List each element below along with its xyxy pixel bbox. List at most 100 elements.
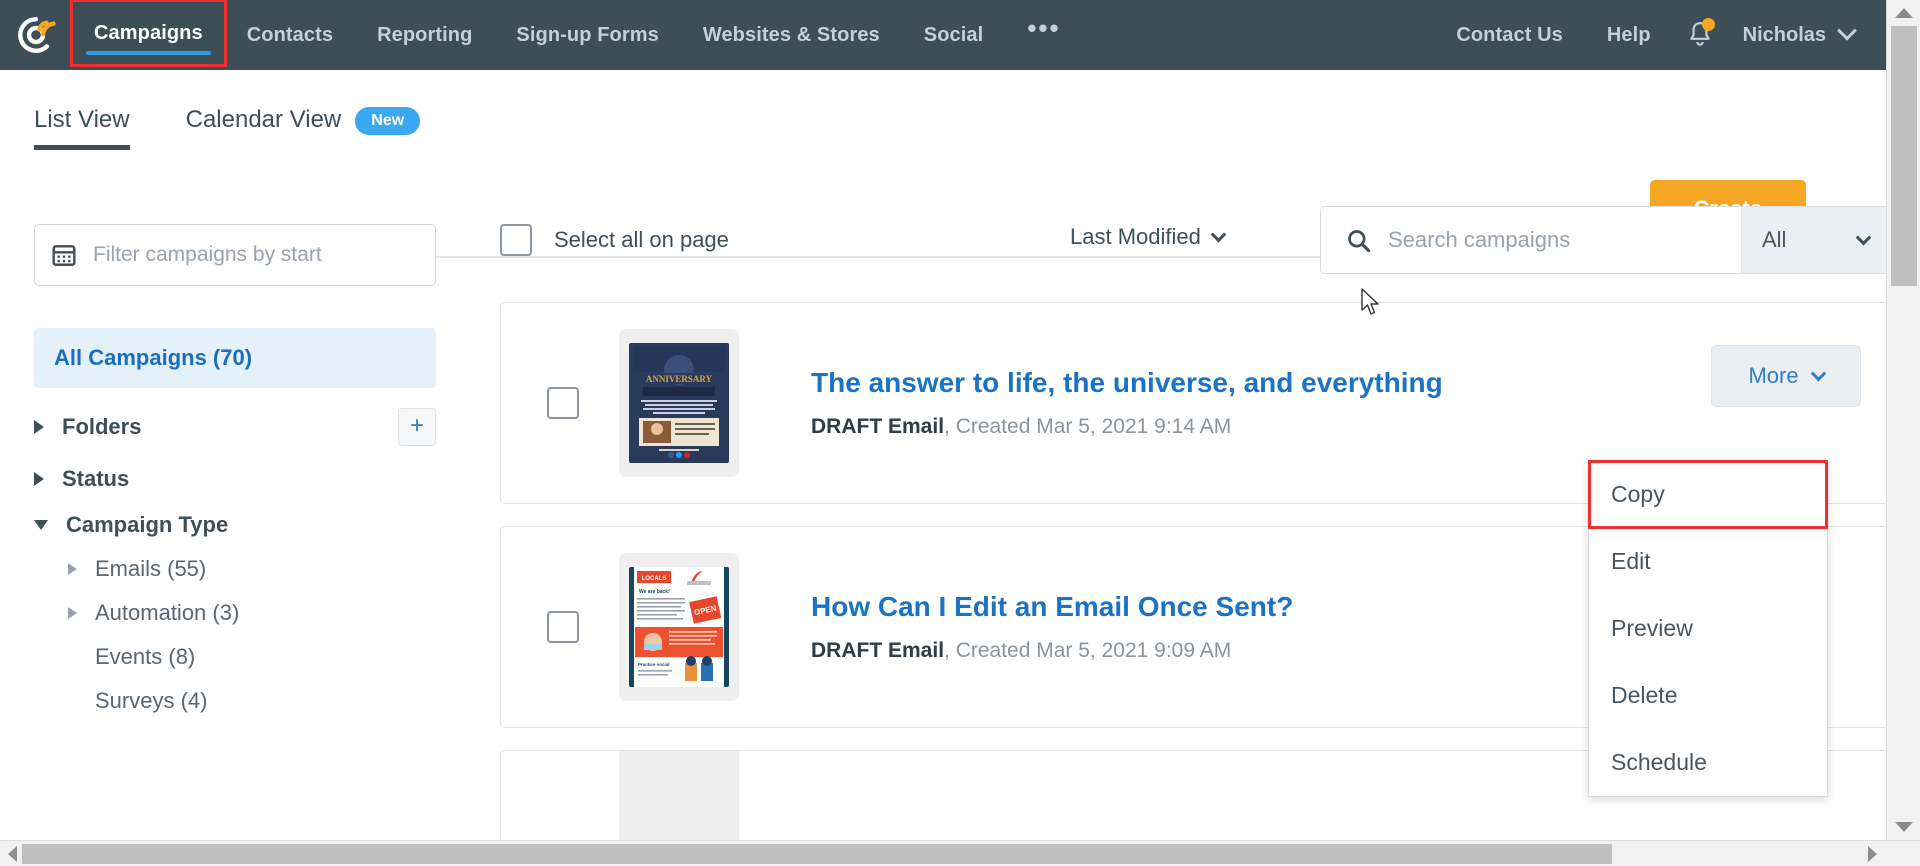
sidebar-item-emails-label: Emails (55) — [95, 556, 207, 581]
campaign-thumbnail-image: LOCALS We are back! OPEN Practice social — [629, 567, 729, 687]
horizontal-scrollbar[interactable] — [0, 840, 1920, 866]
sidebar-group-status-label: Status — [62, 466, 130, 491]
menu-item-copy[interactable]: Copy — [1588, 460, 1828, 529]
tab-calendar-view[interactable]: Calendar View New — [186, 106, 421, 151]
scroll-down-arrow[interactable] — [1887, 814, 1920, 840]
app-logo[interactable] — [0, 0, 72, 70]
tab-list-view[interactable]: List View — [34, 106, 130, 151]
add-folder-button[interactable]: + — [398, 408, 436, 446]
chevron-right-icon — [68, 563, 77, 575]
sidebar-item-automation-label: Automation (3) — [95, 600, 240, 625]
campaign-thumbnail[interactable]: ANNIVERSARY — [619, 329, 739, 477]
svg-text:LOCALS: LOCALS — [642, 576, 667, 582]
chevron-down-icon — [1855, 229, 1872, 245]
campaign-title-link[interactable]: How Can I Edit an Email Once Sent? — [811, 591, 1293, 623]
nav-item-contacts[interactable]: Contacts — [225, 0, 355, 70]
campaign-title-link[interactable]: The answer to life, the universe, and ev… — [811, 367, 1443, 399]
view-tab-bar: List View Calendar ViewNew Create — [0, 70, 1886, 258]
sidebar-item-emails[interactable]: Emails (55) — [34, 538, 436, 582]
nav-active-underline — [86, 51, 211, 55]
campaign-more-dropdown-menu: Copy Edit Preview Delete Schedule — [1588, 460, 1828, 797]
campaign-text: How Can I Edit an Email Once Sent? DRAFT… — [811, 591, 1293, 663]
date-filter-placeholder: Filter campaigns by start — [93, 243, 322, 266]
select-all-label[interactable]: Select all on page — [554, 227, 729, 253]
campaign-type: Email — [888, 415, 945, 438]
campaign-created: , Created Mar 5, 2021 9:14 AM — [944, 415, 1232, 438]
search-scope-value: All — [1762, 227, 1787, 252]
search-scope-select[interactable]: All — [1741, 207, 1889, 273]
sidebar-item-events[interactable]: Events (8) — [34, 626, 436, 670]
sidebar-item-events-label: Events (8) — [95, 644, 196, 669]
horizontal-scrollbar-thumb[interactable] — [22, 844, 1612, 864]
notifications-button[interactable] — [1673, 0, 1727, 70]
calendar-icon — [52, 245, 76, 266]
sidebar-item-surveys[interactable]: Surveys (4) — [34, 670, 436, 714]
svg-text:ANNIVERSARY: ANNIVERSARY — [646, 374, 713, 384]
search-campaigns-box: Search campaigns All — [1320, 206, 1890, 274]
campaign-text: The answer to life, the universe, and ev… — [811, 367, 1443, 439]
sort-dropdown[interactable]: Last Modified — [1070, 224, 1227, 250]
tab-calendar-view-label: Calendar View — [185, 106, 342, 133]
user-account-menu[interactable]: Nicholas — [1727, 0, 1868, 70]
nav-item-signup-forms[interactable]: Sign-up Forms — [494, 0, 680, 70]
menu-item-preview[interactable]: Preview — [1589, 595, 1827, 662]
scroll-up-arrow[interactable] — [1887, 0, 1920, 26]
nav-item-contact-us[interactable]: Contact Us — [1434, 0, 1585, 70]
date-filter-input[interactable]: Filter campaigns by start — [34, 224, 436, 286]
chevron-right-icon — [34, 472, 44, 486]
primary-nav-items: Campaigns Contacts Reporting Sign-up For… — [70, 0, 1083, 70]
campaign-type: Email — [888, 639, 945, 662]
campaign-meta: DRAFT Email, Created Mar 5, 2021 9:14 AM — [811, 415, 1443, 439]
nav-item-websites-stores[interactable]: Websites & Stores — [681, 0, 902, 70]
svg-text:Practice social: Practice social — [638, 662, 670, 667]
view-tabs: List View Calendar View New — [34, 106, 476, 151]
nav-item-reporting[interactable]: Reporting — [355, 0, 494, 70]
scroll-right-arrow[interactable] — [1860, 841, 1884, 866]
sidebar-item-all-campaigns[interactable]: All Campaigns (70) — [34, 328, 436, 388]
list-toolbar: Select all on page Last Modified Search … — [500, 200, 1890, 280]
constant-contact-logo-icon — [18, 17, 56, 53]
svg-text:We are back!: We are back! — [639, 589, 670, 595]
scroll-left-arrow[interactable] — [0, 841, 24, 866]
sidebar-group-folders-label: Folders — [62, 414, 142, 439]
campaign-more-label: More — [1748, 363, 1799, 388]
campaign-select-checkbox[interactable] — [547, 387, 579, 419]
sidebar-group-campaign-type[interactable]: Campaign Type — [34, 492, 436, 538]
campaign-thumbnail[interactable]: LOCALS We are back! OPEN Practice social — [619, 553, 739, 701]
triangle-left-icon — [7, 846, 17, 862]
chevron-right-icon — [68, 607, 77, 619]
campaign-more-button[interactable]: More — [1711, 345, 1861, 407]
campaign-select-checkbox[interactable] — [547, 611, 579, 643]
sidebar-group-folders[interactable]: Folders + — [34, 388, 436, 446]
sidebar-item-automation[interactable]: Automation (3) — [34, 582, 436, 626]
chevron-right-icon — [34, 420, 44, 434]
nav-item-social[interactable]: Social — [902, 0, 1006, 70]
triangle-right-icon — [1867, 846, 1877, 862]
campaign-thumbnail-image: ANNIVERSARY — [629, 343, 729, 463]
campaign-created: , Created Mar 5, 2021 9:09 AM — [944, 639, 1232, 662]
campaign-meta: DRAFT Email, Created Mar 5, 2021 9:09 AM — [811, 639, 1293, 663]
chevron-down-icon — [1210, 226, 1227, 242]
vertical-scrollbar[interactable] — [1886, 0, 1920, 840]
select-all-checkbox[interactable] — [500, 224, 532, 256]
left-sidebar: Filter campaigns by start All Campaigns … — [0, 200, 470, 714]
mouse-cursor — [1361, 288, 1379, 315]
menu-item-edit[interactable]: Edit — [1589, 528, 1827, 595]
secondary-nav-items: Contact Us Help Nicholas — [1434, 0, 1886, 70]
user-name-label: Nicholas — [1742, 23, 1826, 46]
nav-item-campaigns[interactable]: Campaigns — [70, 0, 227, 67]
app-root: Campaigns Contacts Reporting Sign-up For… — [0, 0, 1920, 866]
chevron-down-icon — [34, 520, 48, 530]
sort-dropdown-label: Last Modified — [1070, 224, 1201, 249]
sidebar-group-campaign-type-label: Campaign Type — [66, 512, 229, 537]
triangle-up-icon — [1895, 8, 1913, 18]
sidebar-group-status[interactable]: Status — [34, 446, 436, 492]
nav-overflow-menu-icon[interactable]: ••• — [1005, 0, 1082, 70]
nav-item-help[interactable]: Help — [1585, 0, 1673, 70]
chevron-down-icon — [1810, 365, 1826, 381]
sidebar-item-surveys-label: Surveys (4) — [95, 688, 208, 713]
menu-item-delete[interactable]: Delete — [1589, 662, 1827, 729]
search-input[interactable]: Search campaigns — [1388, 227, 1741, 253]
menu-item-schedule[interactable]: Schedule — [1589, 729, 1827, 796]
vertical-scrollbar-thumb[interactable] — [1891, 26, 1917, 286]
